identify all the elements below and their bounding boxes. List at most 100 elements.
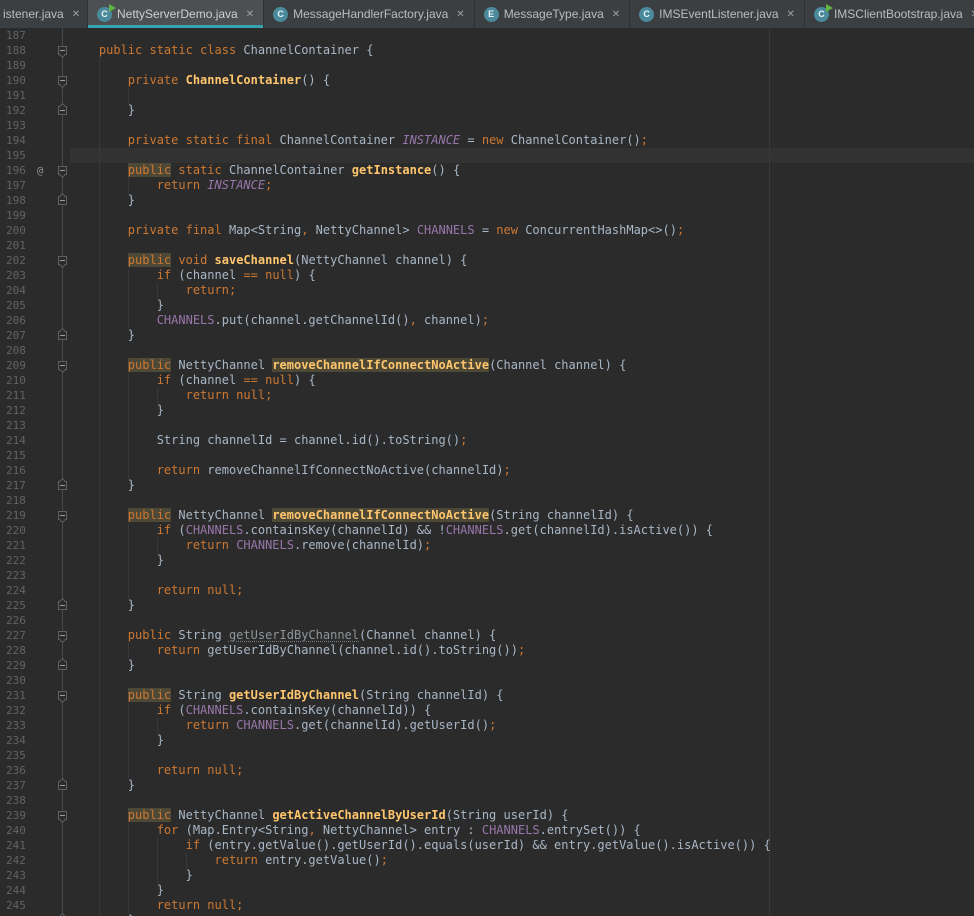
code-line[interactable]: 193	[0, 118, 974, 133]
fold-end-marker[interactable]	[58, 481, 67, 490]
fold-start-marker[interactable]	[58, 256, 67, 265]
code-line[interactable]: 213	[0, 418, 974, 433]
code-text[interactable]	[70, 208, 974, 223]
code-text[interactable]: for (Map.Entry<String, NettyChannel> ent…	[70, 823, 974, 838]
code-text[interactable]: public NettyChannel getActiveChannelByUs…	[70, 808, 974, 823]
code-line[interactable]: 241 if (entry.getValue().getUserId().equ…	[0, 838, 974, 853]
code-text[interactable]	[70, 343, 974, 358]
code-line[interactable]: 187	[0, 28, 974, 43]
code-line[interactable]: 212 }	[0, 403, 974, 418]
code-line[interactable]: 203 if (channel == null) {	[0, 268, 974, 283]
code-line[interactable]: 190 private ChannelContainer() {	[0, 73, 974, 88]
code-line[interactable]: 206 CHANNELS.put(channel.getChannelId(),…	[0, 313, 974, 328]
fold-end-marker[interactable]	[58, 331, 67, 340]
code-text[interactable]	[70, 418, 974, 433]
fold-end-marker[interactable]	[58, 106, 67, 115]
code-line[interactable]: 221 return CHANNELS.remove(channelId);	[0, 538, 974, 553]
tab-nettyserverdemo-java[interactable]: CNettyServerDemo.java✕	[88, 0, 264, 28]
code-line[interactable]: 202 public void saveChannel(NettyChannel…	[0, 253, 974, 268]
code-line[interactable]: 245 return null;	[0, 898, 974, 913]
close-tab-icon[interactable]: ✕	[246, 9, 254, 20]
code-text[interactable]: public static class ChannelContainer {	[70, 43, 974, 58]
code-text[interactable]: return null;	[70, 898, 974, 913]
code-line[interactable]: 205 }	[0, 298, 974, 313]
code-line[interactable]: 224 return null;	[0, 583, 974, 598]
code-line[interactable]: 215	[0, 448, 974, 463]
code-line[interactable]: 243 }	[0, 868, 974, 883]
fold-start-marker[interactable]	[58, 511, 67, 520]
code-line[interactable]: 234 }	[0, 733, 974, 748]
fold-end-marker[interactable]	[58, 661, 67, 670]
code-text[interactable]	[70, 448, 974, 463]
code-text[interactable]: }	[70, 403, 974, 418]
code-text[interactable]: }	[70, 733, 974, 748]
code-line[interactable]: 207 }	[0, 328, 974, 343]
code-text[interactable]: return null;	[70, 388, 974, 403]
fold-start-marker[interactable]	[58, 166, 67, 175]
code-text[interactable]: return entry.getValue();	[70, 853, 974, 868]
code-text[interactable]: }	[70, 103, 974, 118]
code-text[interactable]: return null;	[70, 583, 974, 598]
code-line[interactable]: 225 }	[0, 598, 974, 613]
code-line[interactable]: 226	[0, 613, 974, 628]
code-text[interactable]: private final Map<String, NettyChannel> …	[70, 223, 974, 238]
code-text[interactable]: return;	[70, 283, 974, 298]
code-text[interactable]: if (channel == null) {	[70, 268, 974, 283]
code-line[interactable]: 231 public String getUserIdByChannel(Str…	[0, 688, 974, 703]
code-text[interactable]	[70, 793, 974, 808]
code-line[interactable]: 192 }	[0, 103, 974, 118]
code-text[interactable]	[70, 148, 974, 163]
code-line[interactable]: 217 }	[0, 478, 974, 493]
fold-start-marker[interactable]	[58, 361, 67, 370]
code-text[interactable]: public static ChannelContainer getInstan…	[70, 163, 974, 178]
close-tab-icon[interactable]: ✕	[72, 9, 80, 20]
code-line[interactable]: 200 private final Map<String, NettyChann…	[0, 223, 974, 238]
code-text[interactable]: }	[70, 553, 974, 568]
code-text[interactable]: public void saveChannel(NettyChannel cha…	[70, 253, 974, 268]
code-text[interactable]	[70, 493, 974, 508]
code-text[interactable]: return CHANNELS.remove(channelId);	[70, 538, 974, 553]
code-line[interactable]: 201	[0, 238, 974, 253]
code-text[interactable]: if (CHANNELS.containsKey(channelId) && !…	[70, 523, 974, 538]
code-line[interactable]: 220 if (CHANNELS.containsKey(channelId) …	[0, 523, 974, 538]
code-text[interactable]	[70, 238, 974, 253]
code-line[interactable]: 211 return null;	[0, 388, 974, 403]
fold-start-marker[interactable]	[58, 631, 67, 640]
fold-end-marker[interactable]	[58, 601, 67, 610]
code-text[interactable]: CHANNELS.put(channel.getChannelId(), cha…	[70, 313, 974, 328]
tab-istener-java[interactable]: istener.java✕	[0, 0, 88, 28]
code-line[interactable]: 239 public NettyChannel getActiveChannel…	[0, 808, 974, 823]
fold-end-marker[interactable]	[58, 196, 67, 205]
code-text[interactable]: }	[70, 193, 974, 208]
fold-end-marker[interactable]	[58, 781, 67, 790]
code-line[interactable]: 216 return removeChannelIfConnectNoActiv…	[0, 463, 974, 478]
code-text[interactable]: public String getUserIdByChannel(String …	[70, 688, 974, 703]
code-text[interactable]: return null;	[70, 763, 974, 778]
tab-messagehandlerfactory-java[interactable]: CMessageHandlerFactory.java✕	[264, 0, 475, 28]
code-line[interactable]: 189	[0, 58, 974, 73]
code-line[interactable]: 227 public String getUserIdByChannel(Cha…	[0, 628, 974, 643]
code-text[interactable]: private static final ChannelContainer IN…	[70, 133, 974, 148]
code-text[interactable]	[70, 58, 974, 73]
code-line[interactable]: 188 public static class ChannelContainer…	[0, 43, 974, 58]
code-line[interactable]: 222 }	[0, 553, 974, 568]
code-line[interactable]: 196@ public static ChannelContainer getI…	[0, 163, 974, 178]
fold-start-marker[interactable]	[58, 46, 67, 55]
code-line[interactable]: 209 public NettyChannel removeChannelIfC…	[0, 358, 974, 373]
code-line[interactable]: 237 }	[0, 778, 974, 793]
code-line[interactable]: 199	[0, 208, 974, 223]
code-text[interactable]: }	[70, 658, 974, 673]
code-editor[interactable]: 187188 public static class ChannelContai…	[0, 28, 974, 916]
code-text[interactable]: if (channel == null) {	[70, 373, 974, 388]
code-text[interactable]: }	[70, 478, 974, 493]
tab-imseventlistener-java[interactable]: CIMSEventListener.java✕	[630, 0, 805, 28]
code-line[interactable]: 198 }	[0, 193, 974, 208]
fold-start-marker[interactable]	[58, 691, 67, 700]
fold-start-marker[interactable]	[58, 811, 67, 820]
code-text[interactable]: }	[70, 328, 974, 343]
code-line[interactable]: 233 return CHANNELS.get(channelId).getUs…	[0, 718, 974, 733]
code-text[interactable]: return INSTANCE;	[70, 178, 974, 193]
code-line[interactable]: 194 private static final ChannelContaine…	[0, 133, 974, 148]
tab-imsclientbootstrap-java[interactable]: CIMSClientBootstrap.java✕	[805, 0, 974, 28]
code-line[interactable]: 232 if (CHANNELS.containsKey(channelId))…	[0, 703, 974, 718]
